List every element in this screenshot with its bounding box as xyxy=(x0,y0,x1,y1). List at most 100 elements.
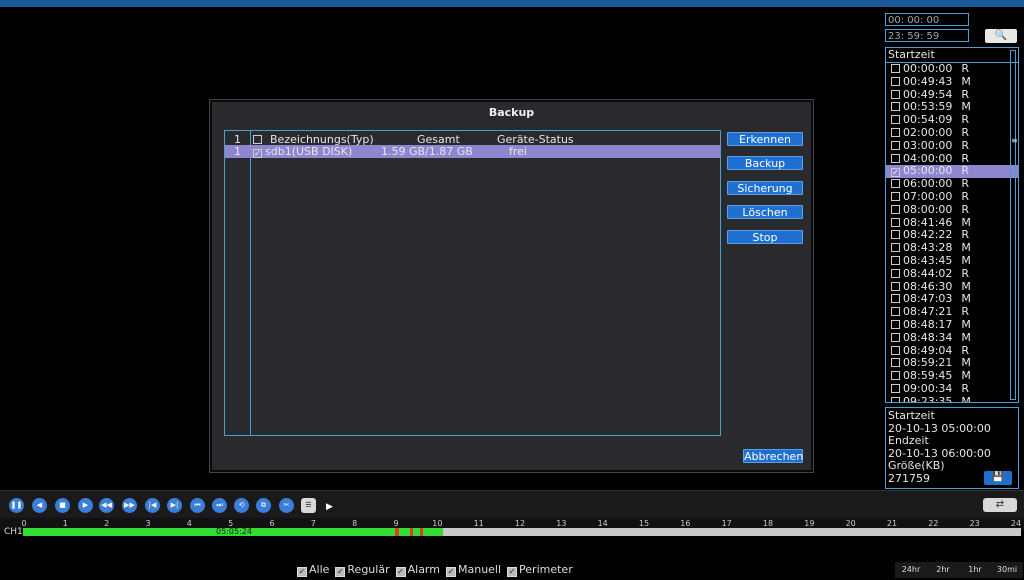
hour-tick-label: 3 xyxy=(145,519,151,528)
filter-checkbox[interactable]: ✓ xyxy=(297,567,307,577)
filter-regulär[interactable]: ✓ Regulär xyxy=(335,563,390,577)
recorded-segment xyxy=(384,528,396,536)
row-checkbox[interactable]: ✓ xyxy=(253,145,265,158)
list-item-checkbox[interactable]: ✓ xyxy=(891,168,900,178)
next-frame-icon[interactable]: ▶| xyxy=(167,498,182,513)
detect-button[interactable]: Erkennen xyxy=(727,132,803,146)
list-item-checkbox[interactable] xyxy=(891,204,900,214)
list-item-type: M xyxy=(961,330,971,344)
cancel-button[interactable]: Abbrechen xyxy=(743,449,803,463)
zoom-button[interactable]: 30mi xyxy=(991,562,1023,578)
list-item-time: 08:43:45 xyxy=(903,253,953,267)
search-button[interactable]: 🔍 xyxy=(985,29,1017,43)
filter-checkbox[interactable]: ✓ xyxy=(507,567,518,577)
list-item-checkbox[interactable] xyxy=(891,140,900,150)
filter-checkbox[interactable]: ✓ xyxy=(335,567,346,577)
list-item-checkbox[interactable] xyxy=(891,115,900,125)
list-item-time: 08:59:21 xyxy=(903,356,953,370)
slow-icon[interactable]: ◀◀ xyxy=(99,498,114,513)
list-item-checkbox[interactable] xyxy=(891,396,900,402)
file-list-scrollbar[interactable]: ≡ xyxy=(1010,50,1018,400)
recorded-segment xyxy=(413,528,421,536)
list-item-checkbox[interactable] xyxy=(891,230,900,240)
pause-icon[interactable]: ❚❚ xyxy=(9,498,24,513)
list-item-checkbox[interactable] xyxy=(891,383,900,393)
stop-icon[interactable]: ■ xyxy=(55,498,70,513)
alarm-segment xyxy=(409,528,414,536)
info-start-label: Startzeit xyxy=(888,409,935,422)
hour-tick-label: 7 xyxy=(310,519,316,528)
list-icon[interactable]: ☰ xyxy=(301,498,316,513)
record-type-filters: ✓ Alle ✓ Regulär ✓ Alarm ✓ Manuell ✓ Perimeter xyxy=(297,563,579,577)
list-item-checkbox[interactable] xyxy=(891,89,900,99)
zoom-button[interactable]: 24hr xyxy=(895,562,927,578)
row-status: frei xyxy=(509,145,527,158)
filter-perimeter[interactable]: ✓ Perimeter xyxy=(507,563,573,577)
list-item-checkbox[interactable] xyxy=(891,255,900,265)
list-item-checkbox[interactable] xyxy=(891,371,900,381)
file-list-items: 00:00:00 R 00:49:43 M 00:49:54 R 00:53:59 M 00:5… xyxy=(886,62,1018,402)
list-item-checkbox[interactable] xyxy=(891,332,900,342)
row-name: sdb1(USB DISK) xyxy=(265,145,353,158)
backup-button[interactable]: Backup xyxy=(727,156,803,170)
hour-tick-label: 14 xyxy=(597,519,608,528)
end-time-input[interactable]: 23: 59: 59 xyxy=(885,29,969,42)
zoom-button[interactable]: 1hr xyxy=(959,562,991,578)
list-item-checkbox[interactable] xyxy=(891,153,900,163)
list-item-checkbox[interactable] xyxy=(891,294,900,304)
previous-frame-icon[interactable]: |◀ xyxy=(145,498,160,513)
scrollbar-thumb[interactable]: ≡ xyxy=(1011,137,1018,147)
list-item-checkbox[interactable] xyxy=(891,358,900,368)
list-item-time: 08:47:03 xyxy=(903,292,953,306)
list-item-checkbox[interactable] xyxy=(891,307,900,317)
list-item-checkbox[interactable] xyxy=(891,76,900,86)
expand-arrow-icon[interactable]: ▶ xyxy=(326,502,333,512)
table-row[interactable]: 1 ✓ sdb1(USB DISK) 1.59 GB/1.87 GB frei xyxy=(225,145,720,158)
next-file-icon[interactable]: ⏭ xyxy=(212,498,227,513)
save-button[interactable]: Sicherung xyxy=(727,181,803,195)
filter-alle[interactable]: ✓ Alle xyxy=(297,563,329,577)
start-time-input[interactable]: 00: 00: 00 xyxy=(885,13,969,26)
list-item-checkbox[interactable] xyxy=(891,217,900,227)
list-item-checkbox[interactable] xyxy=(891,345,900,355)
save-file-button[interactable]: 💾 xyxy=(984,471,1012,485)
list-item-checkbox[interactable] xyxy=(891,268,900,278)
filter-manuell[interactable]: ✓ Manuell xyxy=(445,563,501,577)
list-item-time: 06:00:00 xyxy=(903,177,953,191)
fast-forward-icon[interactable]: ▶▶ xyxy=(122,498,137,513)
list-item-type: M xyxy=(961,317,971,331)
list-item-checkbox[interactable] xyxy=(891,64,900,73)
list-item-type: M xyxy=(961,279,971,293)
list-item-checkbox[interactable] xyxy=(891,179,900,189)
timeline-current-time: 05:05:24 xyxy=(216,527,252,536)
list-item-checkbox[interactable] xyxy=(891,127,900,137)
list-item-checkbox[interactable] xyxy=(891,319,900,329)
filter-checkbox[interactable]: ✓ xyxy=(395,567,406,577)
zoom-button[interactable]: 2hr xyxy=(927,562,959,578)
filter-checkbox[interactable]: ✓ xyxy=(445,567,456,577)
list-item[interactable]: 09:23:35 M xyxy=(886,395,1018,402)
previous-file-icon[interactable]: ⏮ xyxy=(190,498,205,513)
list-item-time: 08:48:17 xyxy=(903,317,953,331)
delete-button[interactable]: Löschen xyxy=(727,205,803,219)
cut-icon[interactable]: ✂ xyxy=(279,498,294,513)
stop-button[interactable]: Stop xyxy=(727,230,803,244)
hour-tick-label: 24 xyxy=(1010,519,1022,528)
hour-tick-label: 4 xyxy=(186,519,192,528)
list-item-checkbox[interactable] xyxy=(891,281,900,291)
sync-button[interactable]: ⇄ xyxy=(983,498,1017,512)
reverse-play-icon[interactable]: ◀ xyxy=(32,498,47,513)
filter-label: Regulär xyxy=(347,563,390,576)
list-item-checkbox[interactable] xyxy=(891,191,900,201)
list-item-time: 08:59:45 xyxy=(903,369,953,383)
list-item-time: 08:44:02 xyxy=(903,266,953,280)
loop-icon[interactable]: ⟲ xyxy=(234,498,249,513)
clip-icon[interactable]: ⧉ xyxy=(256,498,271,513)
list-item-type: M xyxy=(961,74,971,88)
filter-alarm[interactable]: ✓ Alarm xyxy=(395,563,440,577)
list-item-checkbox[interactable] xyxy=(891,102,900,112)
list-item-checkbox[interactable] xyxy=(891,243,900,253)
timeline-track[interactable]: 05:05:24 xyxy=(23,527,1021,536)
play-icon[interactable]: ▶ xyxy=(78,498,93,513)
recorded-segment xyxy=(23,528,385,536)
